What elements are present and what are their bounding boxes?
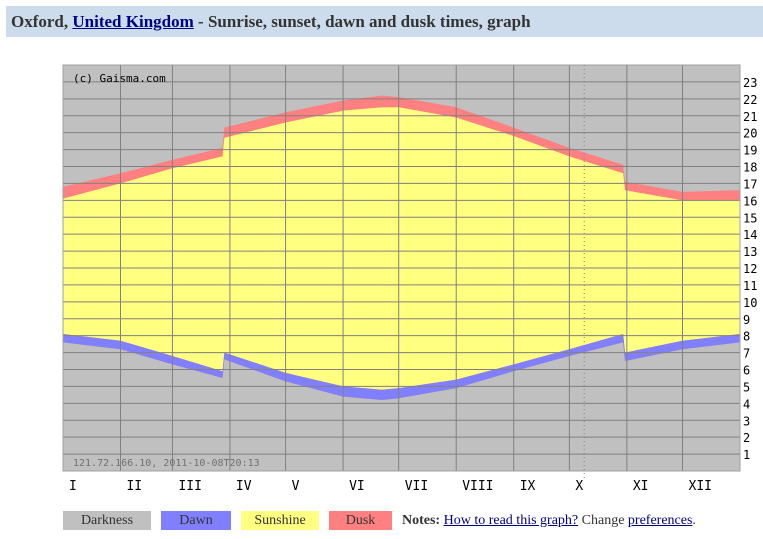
x-tick-label: IV [236,479,252,494]
y-tick-label: 12 [743,262,757,276]
city-name: Oxford, [11,12,69,31]
x-tick-label: V [292,479,300,494]
y-tick-label: 8 [743,330,750,344]
period: . [692,512,696,528]
y-tick-label: 18 [743,161,757,175]
y-tick-label: 15 [743,211,757,225]
y-tick-label: 17 [743,177,757,191]
country-link[interactable]: United Kingdom [72,12,193,31]
x-tick-label: I [69,479,77,494]
footer-stamp: 121.72.166.10, 2011-10-08T20:13 [73,458,260,469]
legend-darkness: Darkness [63,511,151,530]
y-tick-label: 10 [743,296,757,310]
y-tick-label: 9 [743,313,750,327]
legend-dawn: Dawn [161,511,231,530]
x-tick-label: II [126,479,142,494]
y-tick-label: 5 [743,380,750,394]
x-tick-label: X [575,479,583,494]
x-tick-label: VIII [462,479,493,494]
y-tick-label: 11 [743,279,757,293]
notes: Notes: How to read this graph? Change pr… [402,513,696,529]
y-tick-label: 1 [743,448,750,462]
y-tick-label: 23 [743,76,757,90]
y-tick-label: 2 [743,431,750,445]
x-tick-label: VII [405,479,428,494]
notes-label: Notes: [402,512,441,528]
sun-times-chart: 1234567891011121314151617181920212223I II… [62,64,757,494]
watermark: (c) Gaisma.com [73,72,166,85]
x-tick-label: VI [349,479,365,494]
y-tick-label: 7 [743,347,750,361]
title-bar: Oxford, United Kingdom - Sunrise, sunset… [6,6,763,37]
y-tick-label: 4 [743,397,750,411]
page-title: Oxford, United Kingdom - Sunrise, sunset… [6,6,763,32]
y-tick-label: 3 [743,414,750,428]
y-tick-label: 6 [743,364,750,378]
x-tick-label: III [178,479,201,494]
y-tick-label: 22 [743,93,757,107]
legend: Darkness Dawn Sunshine Dusk Notes: How t… [63,511,696,530]
y-tick-label: 14 [743,228,757,242]
x-tick-label: IX [520,479,536,494]
legend-sunshine: Sunshine [241,511,319,530]
how-to-read-link[interactable]: How to read this graph? [444,513,579,528]
x-tick-label: XI [633,479,649,494]
preferences-link[interactable]: preferences [628,513,693,528]
change-text: Change [578,512,628,528]
y-tick-label: 21 [743,110,757,124]
legend-dusk: Dusk [329,511,392,530]
y-tick-label: 19 [743,144,757,158]
y-tick-label: 20 [743,127,757,141]
y-tick-label: 13 [743,245,757,259]
x-tick-label: XII [689,479,712,494]
y-tick-label: 16 [743,194,757,208]
title-suffix: - Sunrise, sunset, dawn and dusk times, … [193,12,531,31]
